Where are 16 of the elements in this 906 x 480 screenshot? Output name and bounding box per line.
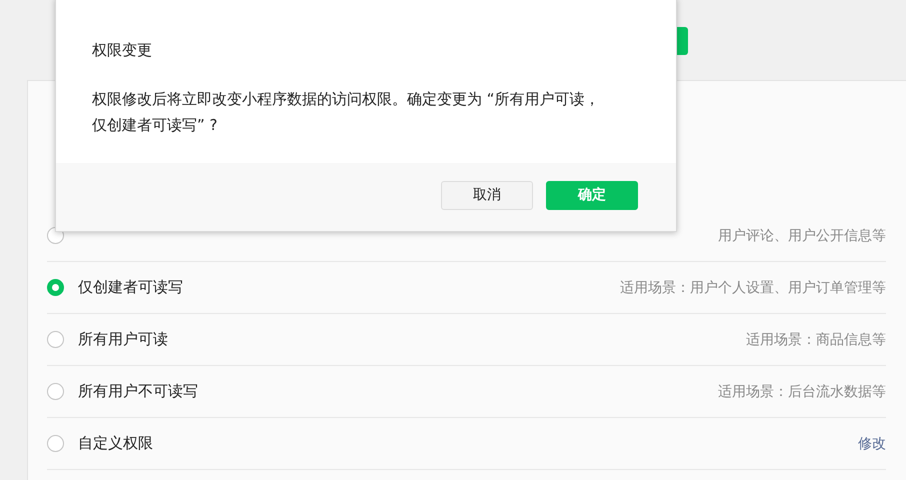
radio-button[interactable] <box>47 435 64 452</box>
option-label: 所有用户可读 <box>78 330 169 349</box>
radio-button[interactable] <box>47 383 64 400</box>
option-label: 所有用户不可读写 <box>78 382 199 401</box>
option-description: 适用场景：商品信息等 <box>746 330 886 348</box>
option-description: 适用场景：后台流水数据等 <box>718 382 886 400</box>
dialog-message: 权限修改后将立即改变小程序数据的访问权限。确定变更为 “所有用户可读，仅创建者可读写” ? <box>92 89 601 136</box>
dialog-title: 权限变更 <box>92 41 153 60</box>
cancel-button[interactable]: 取消 <box>441 180 533 210</box>
option-description: 用户评论、用户公开信息等 <box>718 226 886 244</box>
radio-button[interactable] <box>47 279 64 296</box>
option-label: 仅创建者可读写 <box>78 278 184 297</box>
option-label: 自定义权限 <box>78 434 154 453</box>
option-description: 适用场景：用户个人设置、用户订单管理等 <box>620 278 886 296</box>
edit-link[interactable]: 修改 <box>858 434 886 452</box>
radio-button[interactable] <box>47 331 64 348</box>
